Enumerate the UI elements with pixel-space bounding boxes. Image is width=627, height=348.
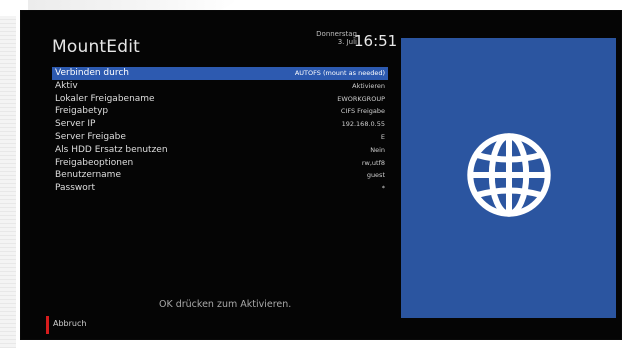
preview-panel bbox=[401, 38, 616, 318]
setting-row-active[interactable]: Aktiv Aktivieren bbox=[52, 80, 388, 93]
tv-screen: MountEdit Donnerstag 3. Juli 16:51 Verbi… bbox=[0, 0, 627, 348]
setting-row-username[interactable]: Benutzername guest bbox=[52, 169, 388, 182]
setting-label: Aktiv bbox=[55, 80, 78, 91]
ok-hint-text: OK drücken zum Aktivieren. bbox=[159, 299, 292, 310]
setting-label: Als HDD Ersatz benutzen bbox=[55, 144, 168, 155]
setting-row-password[interactable]: Passwort * bbox=[52, 182, 388, 195]
setting-label: Passwort bbox=[55, 183, 96, 194]
setting-row-share-type[interactable]: Freigabetyp CIFS Freigabe bbox=[52, 105, 388, 118]
setting-value: E bbox=[380, 132, 385, 141]
setting-label: Lokaler Freigabename bbox=[55, 93, 155, 104]
globe-icon bbox=[467, 133, 551, 217]
setting-value: Nein bbox=[370, 145, 385, 154]
setting-label: Verbinden durch bbox=[55, 68, 129, 78]
setting-label: Freigabetyp bbox=[55, 106, 109, 117]
top-accent-decoration bbox=[28, 0, 238, 10]
setting-label: Server Freigabe bbox=[55, 131, 126, 142]
setting-value: * bbox=[381, 184, 385, 193]
setting-value: Aktivieren bbox=[352, 81, 385, 90]
setting-row-local-share-name[interactable]: Lokaler Freigabename EWORKGROUP bbox=[52, 93, 388, 106]
setting-value: AUTOFS (mount as needed) bbox=[294, 69, 385, 77]
setting-row-connect-via[interactable]: Verbinden durch AUTOFS (mount as needed) bbox=[52, 67, 388, 80]
left-bezel-strip bbox=[0, 16, 16, 348]
setting-label: Benutzername bbox=[55, 170, 121, 181]
setting-value: guest bbox=[366, 171, 385, 180]
cancel-button[interactable]: Abbruch bbox=[53, 319, 86, 328]
mountedit-window: MountEdit Donnerstag 3. Juli 16:51 Verbi… bbox=[20, 10, 622, 340]
red-key-indicator bbox=[46, 316, 49, 334]
date-display: Donnerstag 3. Juli bbox=[305, 30, 357, 46]
setting-value: EWORKGROUP bbox=[337, 94, 385, 103]
setting-value: CIFS Freigabe bbox=[340, 107, 385, 116]
setting-value: rw,utf8 bbox=[361, 158, 385, 167]
weekday-label: Donnerstag bbox=[316, 30, 357, 38]
setting-row-server-share[interactable]: Server Freigabe E bbox=[52, 131, 388, 144]
clock-display: 16:51 bbox=[354, 32, 398, 50]
setting-row-server-ip[interactable]: Server IP 192.168.0.55 bbox=[52, 118, 388, 131]
setting-row-share-options[interactable]: Freigabeoptionen rw,utf8 bbox=[52, 157, 388, 170]
setting-label: Server IP bbox=[55, 119, 96, 130]
settings-list: Verbinden durch AUTOFS (mount as needed)… bbox=[52, 67, 388, 195]
setting-label: Freigabeoptionen bbox=[55, 157, 134, 168]
date-label: 3. Juli bbox=[337, 38, 357, 46]
setting-row-hdd-replacement[interactable]: Als HDD Ersatz benutzen Nein bbox=[52, 144, 388, 157]
page-title: MountEdit bbox=[52, 37, 141, 57]
setting-value: 192.168.0.55 bbox=[341, 120, 385, 129]
